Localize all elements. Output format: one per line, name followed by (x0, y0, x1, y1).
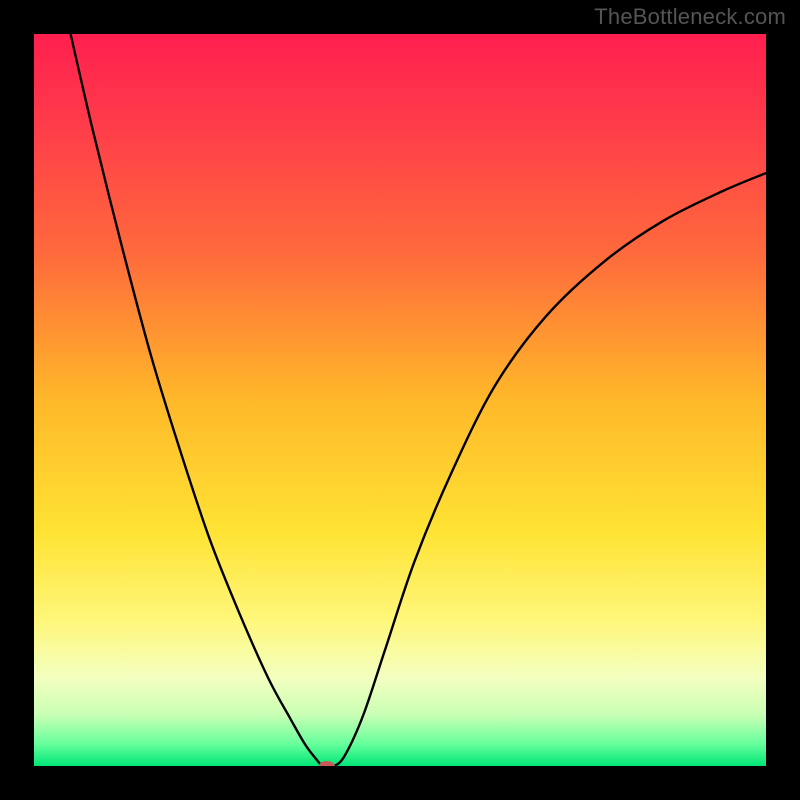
watermark-text: TheBottleneck.com (594, 4, 786, 30)
chart-frame: TheBottleneck.com (0, 0, 800, 800)
gradient-background (34, 34, 766, 766)
chart-svg (34, 34, 766, 766)
plot-area (34, 34, 766, 766)
